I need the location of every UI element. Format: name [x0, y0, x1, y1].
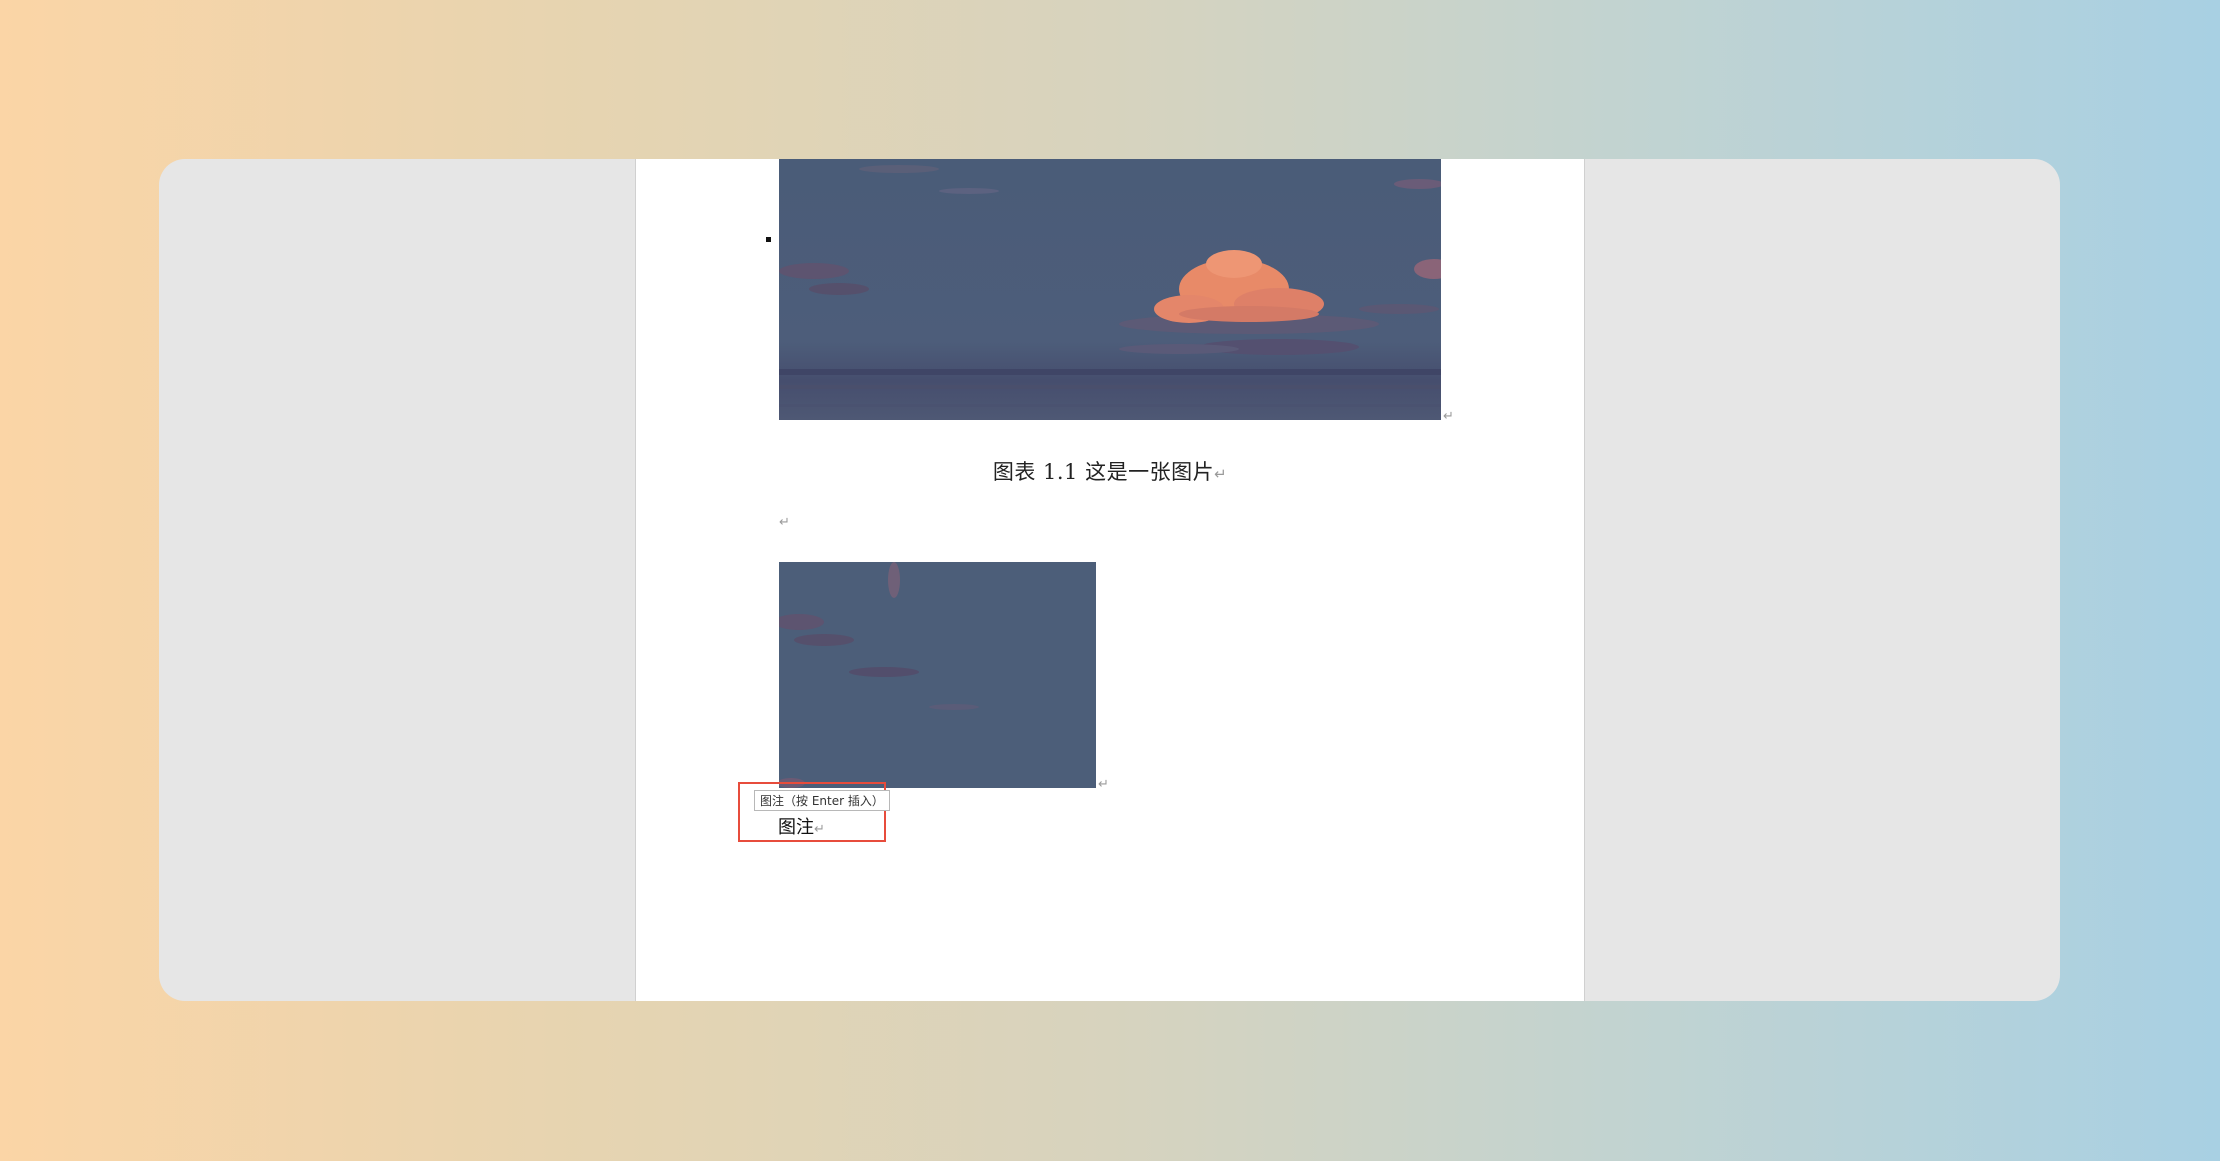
paragraph-mark: ↵ [814, 822, 825, 837]
figure-image-small[interactable] [779, 562, 1096, 788]
caption-input-text: 图注 [778, 817, 814, 838]
image-anchor-handle[interactable] [766, 237, 771, 242]
figure-caption[interactable]: 图表 1.1 这是一张图片↵ [779, 456, 1441, 486]
figure-caption-text: 图表 1.1 这是一张图片 [992, 460, 1215, 484]
figure-image-large[interactable] [779, 159, 1441, 420]
caption-input[interactable]: 图注↵ [778, 813, 825, 839]
paragraph-mark: ↵ [1098, 777, 1109, 792]
paragraph-mark: ↵ [1214, 465, 1228, 483]
editor-window: ↵ 图表 1.1 这是一张图片↵ ↵ ↵ 图注（按 Enter 插入） 图注↵ [159, 159, 2060, 1001]
document-page[interactable]: ↵ 图表 1.1 这是一张图片↵ ↵ ↵ 图注（按 Enter 插入） 图注↵ [635, 159, 1585, 1001]
caption-hint-tooltip[interactable]: 图注（按 Enter 插入） [754, 790, 890, 811]
paragraph-mark: ↵ [1443, 409, 1454, 424]
empty-paragraph-mark[interactable]: ↵ [779, 516, 790, 529]
caption-highlight-box: 图注（按 Enter 插入） 图注↵ [738, 782, 890, 842]
